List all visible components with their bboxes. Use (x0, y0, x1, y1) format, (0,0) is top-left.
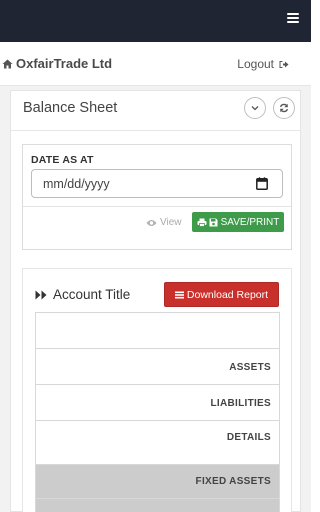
table-header-row (36, 313, 279, 349)
row-label-liabilities: LIABILITIES (210, 398, 271, 409)
balance-table: ASSETS LIABILITIES DETAILS FIXED ASSETS (35, 312, 280, 512)
save-print-button[interactable]: SAVE/PRINT (192, 212, 284, 232)
page-title: Balance Sheet (23, 100, 118, 116)
list-icon (174, 291, 184, 298)
brand-bar: OxfairTrade Ltd Logout (0, 42, 311, 86)
panel-divider (10, 130, 301, 131)
double-arrow-icon (35, 290, 47, 299)
date-placeholder: mm/dd/yyyy (43, 177, 110, 191)
row-label-fixed-assets: FIXED ASSETS (195, 476, 271, 487)
row-label-details: DETAILS (226, 432, 271, 443)
table-row: DETAILS (36, 421, 279, 465)
home-icon (2, 59, 13, 68)
save-print-label: SAVE/PRINT (220, 216, 280, 228)
view-link[interactable]: View (146, 217, 182, 228)
table-row: LIABILITIES (36, 385, 279, 421)
table-row-highlighted (36, 499, 279, 512)
view-label: View (160, 217, 182, 228)
chevron-down-icon (251, 106, 259, 111)
sign-out-icon (279, 60, 289, 68)
top-navbar (0, 0, 311, 42)
logout-label: Logout (237, 57, 274, 71)
account-title-heading: Account Title (35, 287, 130, 302)
hamburger-menu-icon[interactable] (287, 13, 299, 25)
date-filter-form: DATE AS AT mm/dd/yyyy View SAVE/PRINT (22, 144, 292, 250)
date-input[interactable]: mm/dd/yyyy (31, 169, 283, 198)
table-row-highlighted: FIXED ASSETS (36, 465, 279, 499)
collapse-button[interactable] (244, 97, 266, 119)
form-divider (23, 206, 291, 207)
logout-link[interactable]: Logout (237, 57, 289, 71)
download-report-label: Download Report (186, 288, 269, 301)
brand[interactable]: OxfairTrade Ltd (2, 56, 112, 71)
download-report-button[interactable]: Download Report (164, 282, 279, 307)
brand-name: OxfairTrade Ltd (16, 56, 113, 71)
refresh-icon (279, 103, 289, 113)
save-icon (209, 218, 218, 226)
row-label-assets: ASSETS (229, 362, 271, 373)
date-label: DATE AS AT (31, 154, 94, 166)
refresh-button[interactable] (273, 97, 295, 119)
calendar-icon[interactable] (256, 177, 268, 190)
print-icon (197, 218, 207, 227)
table-row: ASSETS (36, 349, 279, 385)
account-title-label: Account Title (53, 287, 131, 302)
eye-icon (146, 219, 157, 226)
